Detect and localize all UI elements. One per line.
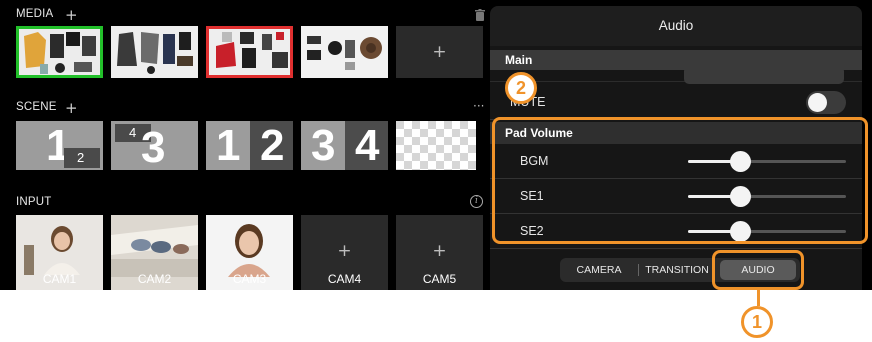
trash-icon[interactable] — [475, 8, 485, 26]
tab-camera[interactable]: CAMERA — [564, 258, 634, 282]
segment-option-2[interactable] — [764, 66, 844, 84]
scene-sub-number: 2 — [77, 150, 85, 165]
add-scene-plus-icon[interactable]: + — [65, 101, 78, 116]
scene-tile-3[interactable]: 1 2 — [206, 121, 293, 170]
row-partial — [490, 60, 862, 84]
media-tile-clothes-red[interactable] — [206, 26, 293, 78]
add-media-plus-icon[interactable]: + — [65, 8, 78, 23]
cam-label: CAM3 — [232, 272, 267, 286]
add-media-tile[interactable]: + — [396, 26, 483, 78]
input-tile-cam3[interactable]: CAM3 — [206, 215, 293, 290]
media-tile-clothes-yellow[interactable] — [16, 26, 103, 78]
mute-toggle[interactable] — [806, 91, 846, 114]
scene-main-number: 3 — [311, 121, 336, 170]
scene-main-number: 3 — [141, 123, 166, 170]
input-tile-cam1[interactable]: CAM1 — [16, 215, 103, 290]
scene-tile-1[interactable]: 1 2 — [16, 121, 103, 170]
media-section-label: MEDIA — [16, 8, 54, 20]
scene-inset: 2 — [64, 148, 100, 168]
info-icon[interactable]: i — [470, 195, 483, 208]
plus-icon: + — [432, 42, 447, 62]
toggle-knob — [808, 93, 827, 112]
mute-row: MUTE — [490, 84, 862, 120]
segment-option-1[interactable] — [684, 66, 764, 84]
scene-second-number: 2 — [260, 121, 285, 170]
plus-icon: + — [432, 241, 447, 261]
media-tile-clothes-jacket[interactable] — [111, 26, 198, 78]
cam-label: CAM5 — [422, 272, 457, 286]
scene-section-label: SCENE — [16, 101, 57, 113]
cam-label: CAM1 — [42, 272, 77, 286]
callout-badge-1: 1 — [741, 306, 773, 338]
cam-label: CAM2 — [137, 272, 172, 286]
ellipsis-icon[interactable]: ··· — [473, 99, 484, 113]
scene-sub-number: 4 — [129, 125, 137, 140]
input-tile-cam5[interactable]: + CAM5 — [396, 215, 483, 290]
panel-title: Audio — [658, 18, 694, 33]
callout-connector — [757, 290, 760, 306]
tab-divider — [638, 264, 639, 276]
input-section-label: INPUT — [16, 196, 52, 208]
scene-tile-transparent[interactable] — [396, 121, 476, 170]
segmented-control[interactable] — [684, 66, 844, 84]
callout-badge-2: 2 — [505, 72, 537, 104]
input-tile-cam2[interactable]: CAM2 — [111, 215, 198, 290]
scene-tile-2[interactable]: 4 3 — [111, 121, 198, 170]
tab-transition[interactable]: TRANSITION — [640, 258, 714, 282]
scene-main-number: 1 — [216, 121, 241, 170]
cam-label: CAM4 — [327, 272, 362, 286]
scene-tile-4[interactable]: 3 4 — [301, 121, 388, 170]
input-tile-cam4[interactable]: + CAM4 — [301, 215, 388, 290]
plus-icon: + — [337, 241, 352, 261]
media-tile-accessories[interactable] — [301, 26, 388, 78]
scene-second-number: 4 — [355, 121, 380, 170]
callout-box-pad-volume — [492, 117, 868, 244]
callout-box-audio-tab — [712, 250, 804, 290]
